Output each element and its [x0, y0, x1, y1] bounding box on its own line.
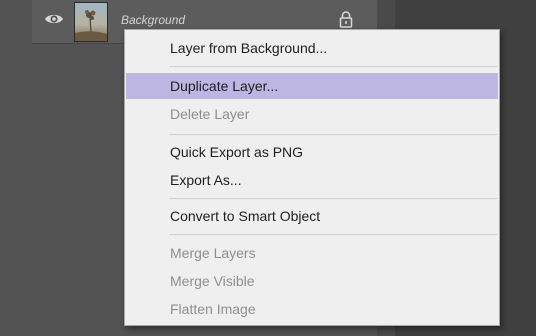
menu-item-convert-smart-object[interactable]: Convert to Smart Object [126, 203, 498, 229]
menu-separator [169, 66, 497, 67]
layer-context-menu: Layer from Background... Duplicate Layer… [124, 29, 500, 326]
lock-icon[interactable] [339, 11, 353, 28]
eye-icon[interactable] [44, 12, 64, 26]
menu-item-flatten-image[interactable]: Flatten Image [126, 296, 498, 322]
menu-item-layer-from-background[interactable]: Layer from Background... [126, 35, 498, 61]
panel-gutter [0, 0, 32, 336]
layer-name[interactable]: Background [121, 13, 185, 27]
menu-item-duplicate-layer[interactable]: Duplicate Layer... [126, 73, 498, 99]
menu-item-quick-export-png[interactable]: Quick Export as PNG [126, 139, 498, 165]
menu-item-export-as[interactable]: Export As... [126, 167, 498, 193]
menu-item-merge-layers[interactable]: Merge Layers [126, 240, 498, 266]
layer-thumbnail[interactable] [74, 2, 108, 42]
menu-separator [169, 234, 497, 235]
menu-item-merge-visible[interactable]: Merge Visible [126, 268, 498, 294]
menu-item-delete-layer[interactable]: Delete Layer [126, 101, 498, 127]
menu-separator [169, 134, 497, 135]
menu-separator [169, 198, 497, 199]
